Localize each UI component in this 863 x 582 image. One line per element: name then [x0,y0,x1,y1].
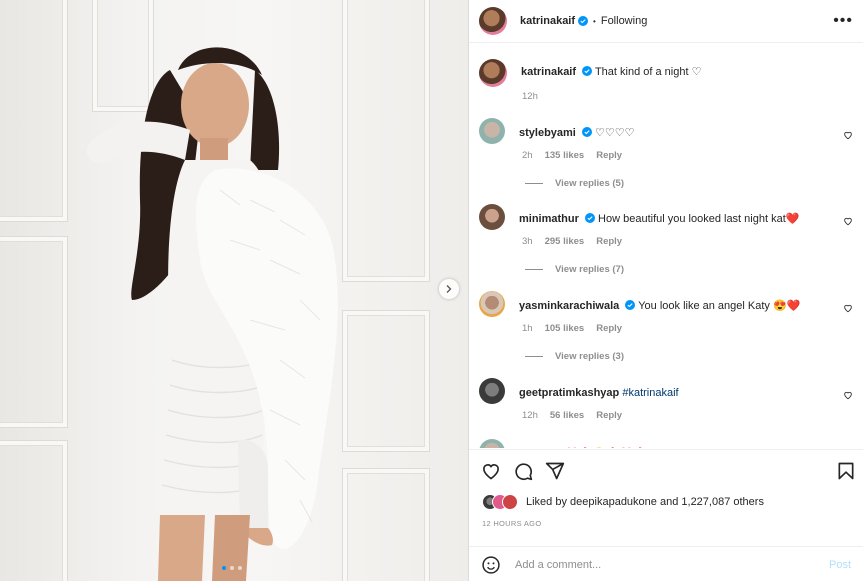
caption-username[interactable]: katrinakaif [521,66,576,78]
view-replies-button[interactable]: View replies (5) [525,178,624,189]
liked-by-joiner: and [659,496,679,508]
verified-badge-icon [625,300,636,310]
reply-button[interactable]: Reply [596,150,622,161]
comments-list[interactable]: katrinakaif That kind of a night ♡ 12h s… [469,43,863,448]
post-header: katrinakaif • Following ••• [469,0,863,43]
comment-text: ♡♡♡♡ [595,127,635,139]
post-comment-button[interactable]: Post [829,559,851,571]
verified-badge-icon [584,213,595,223]
liker-avatars [482,494,526,510]
caption-text: That kind of a night ♡ [594,66,702,78]
action-bar [469,449,863,490]
comment-meta: 12h 56 likes Reply [522,410,622,421]
share-icon[interactable] [545,461,565,481]
comment-icon[interactable] [513,461,533,481]
comment-likes[interactable]: 56 likes [550,410,584,421]
view-replies-button[interactable]: View replies (3) [525,351,624,362]
comment-item: minimathur How beautiful you looked last… [479,204,853,275]
comment-like-icon[interactable] [843,303,853,313]
reply-button[interactable]: Reply [596,236,622,247]
comment-meta: 3h 295 likes Reply [522,236,622,247]
comment-item: stylebyami ♡♡♡♡ 2h 135 likes Reply View … [479,118,853,189]
comment-input[interactable] [513,557,829,572]
carousel-indicator [222,566,242,570]
liked-by-user[interactable]: deepikapadukone [570,496,657,508]
carousel-dot [238,566,242,570]
post-timestamp: 12 HOURS AGO [482,519,542,528]
comment-text: You look like an angel Katy 😍❤️ [638,300,801,312]
comment-time: 2h [522,150,533,161]
header-separator: • [593,16,596,26]
comment-username[interactable]: yasminkarachiwala [519,300,619,312]
carousel-dot [222,566,226,570]
comment-username[interactable]: minimathur [519,213,579,225]
caption-time: 12h [522,91,538,102]
avatar [502,494,518,510]
comment-time: 1h [522,323,533,334]
comment-like-icon[interactable] [843,130,853,140]
view-replies-label: View replies (7) [555,264,624,275]
comment-text: How beautiful you looked last night kat❤… [598,213,800,225]
author-username[interactable]: katrinakaif [520,15,575,27]
more-icon[interactable]: ••• [833,13,853,29]
woman-figure-illustration [86,47,338,581]
comment-likes[interactable]: 105 likes [545,323,585,334]
liked-by-prefix: Liked by [526,496,567,508]
verified-badge-icon [581,127,592,137]
add-comment-bar: Post [469,546,863,582]
comment-likes[interactable]: 135 likes [545,150,585,161]
comment-like-icon[interactable] [843,216,853,226]
reply-button[interactable]: Reply [596,323,622,334]
verified-badge-icon [578,16,589,26]
view-replies-label: View replies (5) [555,178,624,189]
avatar[interactable] [479,204,505,230]
carousel-dot [230,566,234,570]
avatar[interactable] [479,291,505,317]
comment-username[interactable]: stylebyami [519,127,576,139]
avatar[interactable] [479,439,505,448]
comment-time: 12h [522,410,538,421]
view-replies-label: View replies (3) [555,351,624,362]
likes-count[interactable]: 1,227,087 others [681,496,764,508]
avatar[interactable] [479,118,505,144]
post-sidebar: katrinakaif • Following ••• katrinakaif … [468,0,863,581]
heart-icon[interactable] [481,461,501,481]
next-image-button[interactable] [439,279,459,299]
likes-summary: Liked by deepikapadukone and 1,227,087 o… [482,494,764,510]
comment-like-icon[interactable] [843,390,853,400]
caption-timestamp: 12h [522,91,538,102]
verified-badge-icon [582,66,593,76]
view-replies-button[interactable]: View replies (7) [525,264,624,275]
post-caption: katrinakaif That kind of a night ♡ 12h [479,59,853,102]
reply-button[interactable]: Reply [596,410,622,421]
comment-username[interactable]: geetpratimkashyap [519,387,619,399]
post-modal: katrinakaif • Following ••• katrinakaif … [0,0,863,581]
comment-time: 3h [522,236,533,247]
comment-meta: 1h 105 likes Reply [522,323,622,334]
comment-likes[interactable]: 295 likes [545,236,585,247]
bookmark-icon[interactable] [836,461,856,481]
comment-item: yasminkarachiwala You look like an angel… [479,291,853,362]
following-button[interactable]: Following [601,15,647,27]
author-avatar[interactable] [479,7,507,35]
comment-item-partial: ❤️🔥😍🔥❤️🔥 [479,439,853,448]
avatar[interactable] [479,59,507,87]
next-arrow-icon [446,285,452,293]
post-photo[interactable] [0,0,468,581]
comment-meta: 2h 135 likes Reply [522,150,622,161]
comment-item: geetpratimkashyap #katrinakaif 12h 56 li… [479,378,853,421]
hashtag-link[interactable]: #katrinakaif [622,387,678,399]
avatar[interactable] [479,378,505,404]
emoji-icon[interactable] [481,555,501,575]
